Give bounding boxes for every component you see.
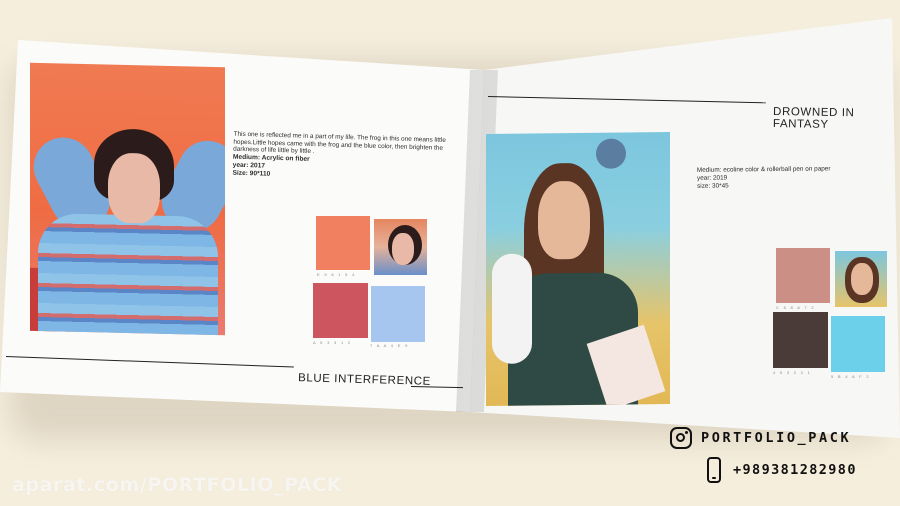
thumbnail-face <box>851 263 873 295</box>
left-swatch-2 <box>313 283 368 338</box>
right-swatch-2-label: 4 5 3 2 2 1 <box>773 370 812 375</box>
right-swatch-2 <box>773 312 828 368</box>
left-swatch-2-label: A 5 3 3 1 2 <box>313 340 352 345</box>
left-swatch-3-label: 7 A A 4 E 9 <box>370 343 410 348</box>
phone-number: +989381282980 <box>733 462 857 478</box>
thumbnail-face <box>392 233 414 265</box>
left-swatch-1 <box>316 216 370 270</box>
aparat-watermark: aparat.com/PORTFOLIO_PACK <box>12 474 343 496</box>
instagram-icon <box>670 427 692 449</box>
painting-face <box>538 180 590 260</box>
instagram-row: PORTFOLIO_PACK <box>670 427 851 449</box>
painting-drowned-in-fantasy <box>486 132 670 406</box>
left-swatch-1-label: E 9 8 1 5 4 <box>317 272 357 277</box>
right-size: size: 30*45 <box>697 182 729 190</box>
right-swatch-3-label: 5 B 4 A F 2 <box>831 374 871 379</box>
painting-blue-interference <box>30 62 225 336</box>
right-swatch-3 <box>831 316 885 372</box>
left-swatch-3 <box>371 286 425 342</box>
painting-blob <box>596 138 626 169</box>
right-page-title: DROWNED IN FANTASY <box>772 106 855 131</box>
instagram-handle: PORTFOLIO_PACK <box>701 430 852 446</box>
painting-face <box>108 152 160 224</box>
left-description: This one is reflected me in a part of my… <box>232 131 461 185</box>
right-swatch-thumbnail <box>835 251 887 307</box>
right-description: Medium: ecoline color & rollerball pen o… <box>697 165 857 190</box>
painting-sweater <box>38 212 218 336</box>
right-swatch-1-label: C 5 8 A 7 2 <box>776 305 816 310</box>
phone-icon <box>707 457 721 483</box>
right-swatch-1 <box>776 248 830 303</box>
phone-row: +989381282980 <box>702 457 857 483</box>
painting-sleeve <box>492 253 532 364</box>
left-swatch-thumbnail <box>374 219 427 275</box>
